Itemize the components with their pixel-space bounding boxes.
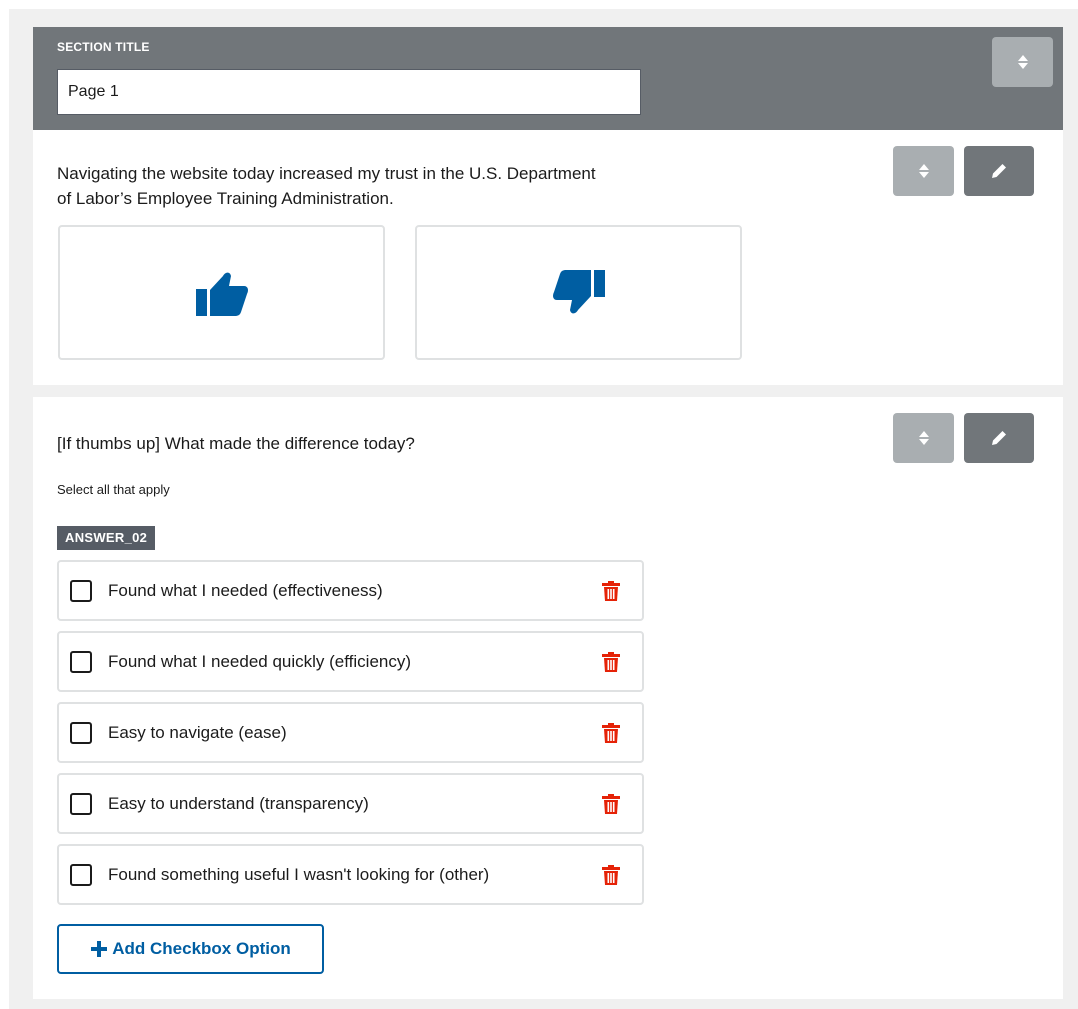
checkbox-option: Easy to navigate (ease) [57,702,644,763]
sort-icon [1017,55,1028,69]
trash-icon[interactable] [602,865,620,885]
trash-icon[interactable] [602,652,620,672]
option-label: Found what I needed (effectiveness) [108,581,383,600]
checkbox[interactable] [70,793,92,815]
question1-reorder-button[interactable] [893,146,954,196]
add-checkbox-option-label: Add Checkbox Option [112,939,291,958]
plus-icon [91,941,108,957]
add-checkbox-option-button[interactable]: Add Checkbox Option [57,924,324,974]
option-label: Found what I needed quickly (efficiency) [108,652,412,671]
question-card-thumbs: Navigating the website today increased m… [33,130,1063,385]
checkbox[interactable] [70,864,92,886]
answer-tag: ANSWER_02 [57,526,156,550]
pencil-icon [992,162,1008,178]
question1-edit-button[interactable] [964,146,1034,196]
section-reorder-button[interactable] [992,37,1053,87]
question2-reorder-button[interactable] [893,413,954,463]
trash-icon[interactable] [602,723,620,743]
section-title-label: SECTION TITLE [57,40,150,54]
checkbox[interactable] [70,722,92,744]
checkbox-option: Found what I needed quickly (efficiency) [57,631,644,692]
option-label: Easy to navigate (ease) [108,723,287,742]
checkbox-option: Found something useful I wasn't looking … [57,844,644,905]
section-title-input[interactable] [57,69,641,115]
thumbs-up-option[interactable] [58,225,385,360]
section-header: SECTION TITLE [33,27,1063,130]
question-text: [If thumbs up] What made the difference … [57,434,415,453]
question2-edit-button[interactable] [964,413,1034,463]
sort-icon [918,164,929,178]
thumbs-up-icon [195,272,248,316]
option-label: Easy to understand (transparency) [108,794,369,813]
sort-icon [918,431,929,445]
pencil-icon [992,429,1008,445]
checkbox[interactable] [70,580,92,602]
option-label: Found something useful I wasn't looking … [108,865,490,884]
thumbs-down-icon [552,269,605,313]
thumbs-down-option[interactable] [415,225,742,360]
trash-icon[interactable] [602,794,620,814]
checkbox[interactable] [70,651,92,673]
question-card-checkbox: [If thumbs up] What made the difference … [33,397,1063,999]
question-text: Navigating the website today increased m… [57,164,596,208]
checkbox-option: Found what I needed (effectiveness) [57,560,644,621]
checkbox-option: Easy to understand (transparency) [57,773,644,834]
helper-text: Select all that apply [57,482,170,497]
trash-icon[interactable] [602,581,620,601]
